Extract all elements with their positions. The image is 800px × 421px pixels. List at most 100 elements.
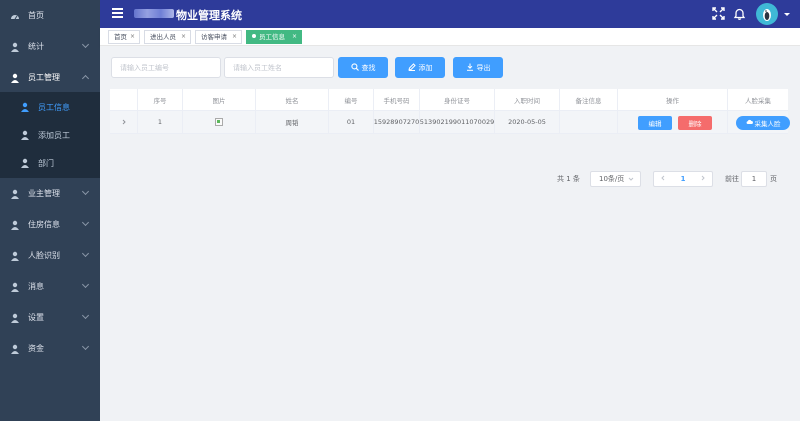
sidebar-item-label: 业主管理 xyxy=(28,189,60,198)
caret-down-icon[interactable] xyxy=(784,13,790,16)
chevron-down-icon xyxy=(628,176,634,184)
sidebar-item-messages[interactable]: 消息 xyxy=(0,271,100,302)
user-icon xyxy=(10,73,20,83)
top-navbar: 物业管理系统 xyxy=(100,0,800,28)
search-button[interactable]: 查找 xyxy=(338,57,388,78)
sidebar-item-settings[interactable]: 设置 xyxy=(0,302,100,333)
prev-page-icon[interactable] xyxy=(660,175,666,183)
close-icon[interactable]: × xyxy=(232,31,237,43)
sidebar-item-label: 设置 xyxy=(28,313,44,322)
delete-button[interactable]: 删除 xyxy=(678,116,712,130)
pager-control: 1 xyxy=(653,171,713,187)
row-number: 01 xyxy=(329,111,374,133)
edit-button[interactable]: 编辑 xyxy=(638,116,672,130)
user-icon xyxy=(10,344,20,354)
tag-visitors-in-out[interactable]: 进出人员 × xyxy=(144,30,191,44)
user-icon xyxy=(20,130,30,140)
tags-view: 首页 × 进出人员 × 访客申请 × 员工信息 × xyxy=(100,28,800,46)
row-id-card: 513902199011070029 xyxy=(420,111,495,133)
pagination-total: 共 1 条 xyxy=(557,175,580,183)
row-name: 周韬 xyxy=(256,111,329,133)
row-phone: 15928907270 xyxy=(374,111,420,133)
tag-label: 访客申请 xyxy=(201,33,227,41)
column-header: 操作 xyxy=(618,89,728,110)
close-icon[interactable]: × xyxy=(130,31,135,43)
sidebar-item-owner-management[interactable]: 业主管理 xyxy=(0,178,100,209)
export-button[interactable]: 导出 xyxy=(453,57,503,78)
column-header: 编号 xyxy=(329,89,374,110)
column-header: 图片 xyxy=(183,89,256,110)
user-icon xyxy=(10,282,20,292)
sidebar-item-label: 添加员工 xyxy=(38,130,70,140)
export-button-label: 导出 xyxy=(476,63,491,72)
current-page-number[interactable]: 1 xyxy=(681,175,686,183)
add-button[interactable]: 添加 xyxy=(395,57,445,78)
row-photo xyxy=(183,111,256,133)
user-icon xyxy=(10,220,20,230)
chevron-down-icon xyxy=(81,40,90,49)
fullscreen-icon[interactable] xyxy=(712,7,725,20)
dashboard-icon xyxy=(10,11,20,21)
user-icon xyxy=(20,158,30,168)
tag-visitor-request[interactable]: 访客申请 × xyxy=(195,30,242,44)
column-header: 序号 xyxy=(138,89,183,110)
sidebar-item-home[interactable]: 首页 xyxy=(0,0,100,31)
tag-staff-info[interactable]: 员工信息 × xyxy=(246,30,302,44)
sidebar-item-staff-management[interactable]: 员工管理 xyxy=(0,62,100,93)
sidebar-item-face-recognition[interactable]: 人脸识别 xyxy=(0,240,100,271)
sidebar-item-stats[interactable]: 统计 xyxy=(0,31,100,62)
staff-number-input[interactable] xyxy=(111,57,221,78)
expand-row-icon[interactable] xyxy=(110,111,138,133)
staff-name-input[interactable] xyxy=(224,57,334,78)
goto-page-input[interactable]: 1 xyxy=(741,171,767,187)
close-icon[interactable]: × xyxy=(181,31,186,43)
edit-icon xyxy=(407,62,416,73)
sidebar-item-add-staff[interactable]: 添加员工 xyxy=(0,121,100,149)
row-join-date: 2020-05-05 xyxy=(495,111,560,133)
column-header: 手机号码 xyxy=(374,89,420,110)
search-icon xyxy=(350,62,359,73)
capture-face-button[interactable]: 采集人脸 xyxy=(736,116,790,130)
sidebar-item-department[interactable]: 部门 xyxy=(0,149,100,177)
column-header: 身份证号 xyxy=(420,89,495,110)
chevron-down-icon xyxy=(81,280,90,289)
column-header: 入职时间 xyxy=(495,89,560,110)
column-header: 备注信息 xyxy=(560,89,618,110)
capture-face-label: 采集人脸 xyxy=(754,120,781,128)
sidebar-item-housing[interactable]: 住房信息 xyxy=(0,209,100,240)
tag-home[interactable]: 首页 × xyxy=(108,30,140,44)
column-header: 人脸采集 xyxy=(745,96,771,105)
sidebar-item-label: 消息 xyxy=(28,282,44,291)
bell-icon[interactable] xyxy=(733,7,746,20)
sidebar-item-label: 统计 xyxy=(28,42,44,51)
staff-submenu: 员工信息 添加员工 部门 xyxy=(0,92,100,178)
sidebar-item-funds[interactable]: 资金 xyxy=(0,333,100,364)
page-suffix-label: 页 xyxy=(770,175,777,183)
user-icon xyxy=(10,251,20,261)
active-dot-icon xyxy=(252,34,256,38)
logo xyxy=(134,9,174,18)
chevron-up-icon xyxy=(81,74,90,83)
next-page-icon[interactable] xyxy=(700,175,706,183)
download-icon xyxy=(466,63,474,73)
table-row: 1 周韬 01 15928907270 513902199011070029 2… xyxy=(110,111,790,134)
avatar[interactable] xyxy=(756,3,778,25)
chevron-down-icon xyxy=(81,342,90,351)
sidebar-item-label: 人脸识别 xyxy=(28,251,60,260)
tag-label: 员工信息 xyxy=(259,33,285,41)
tag-label: 进出人员 xyxy=(150,33,176,41)
page-size-select[interactable]: 10条/页 xyxy=(590,171,641,187)
chevron-down-icon xyxy=(81,187,90,196)
page-size-value: 10条/页 xyxy=(599,175,625,183)
close-icon[interactable]: × xyxy=(292,31,297,43)
user-icon xyxy=(10,42,20,52)
column-header: 姓名 xyxy=(256,89,329,110)
user-icon xyxy=(10,313,20,323)
sidebar-item-staff-info[interactable]: 员工信息 xyxy=(0,93,100,121)
broken-image-icon xyxy=(215,118,223,126)
hamburger-icon[interactable] xyxy=(112,8,123,18)
row-actions: 编辑 删除 xyxy=(618,111,728,133)
expand-column-header xyxy=(110,89,138,110)
add-button-label: 添加 xyxy=(418,63,433,72)
table-header: 序号 图片 姓名 编号 手机号码 身份证号 入职时间 备注信息 操作 人脸采集 xyxy=(110,89,788,111)
